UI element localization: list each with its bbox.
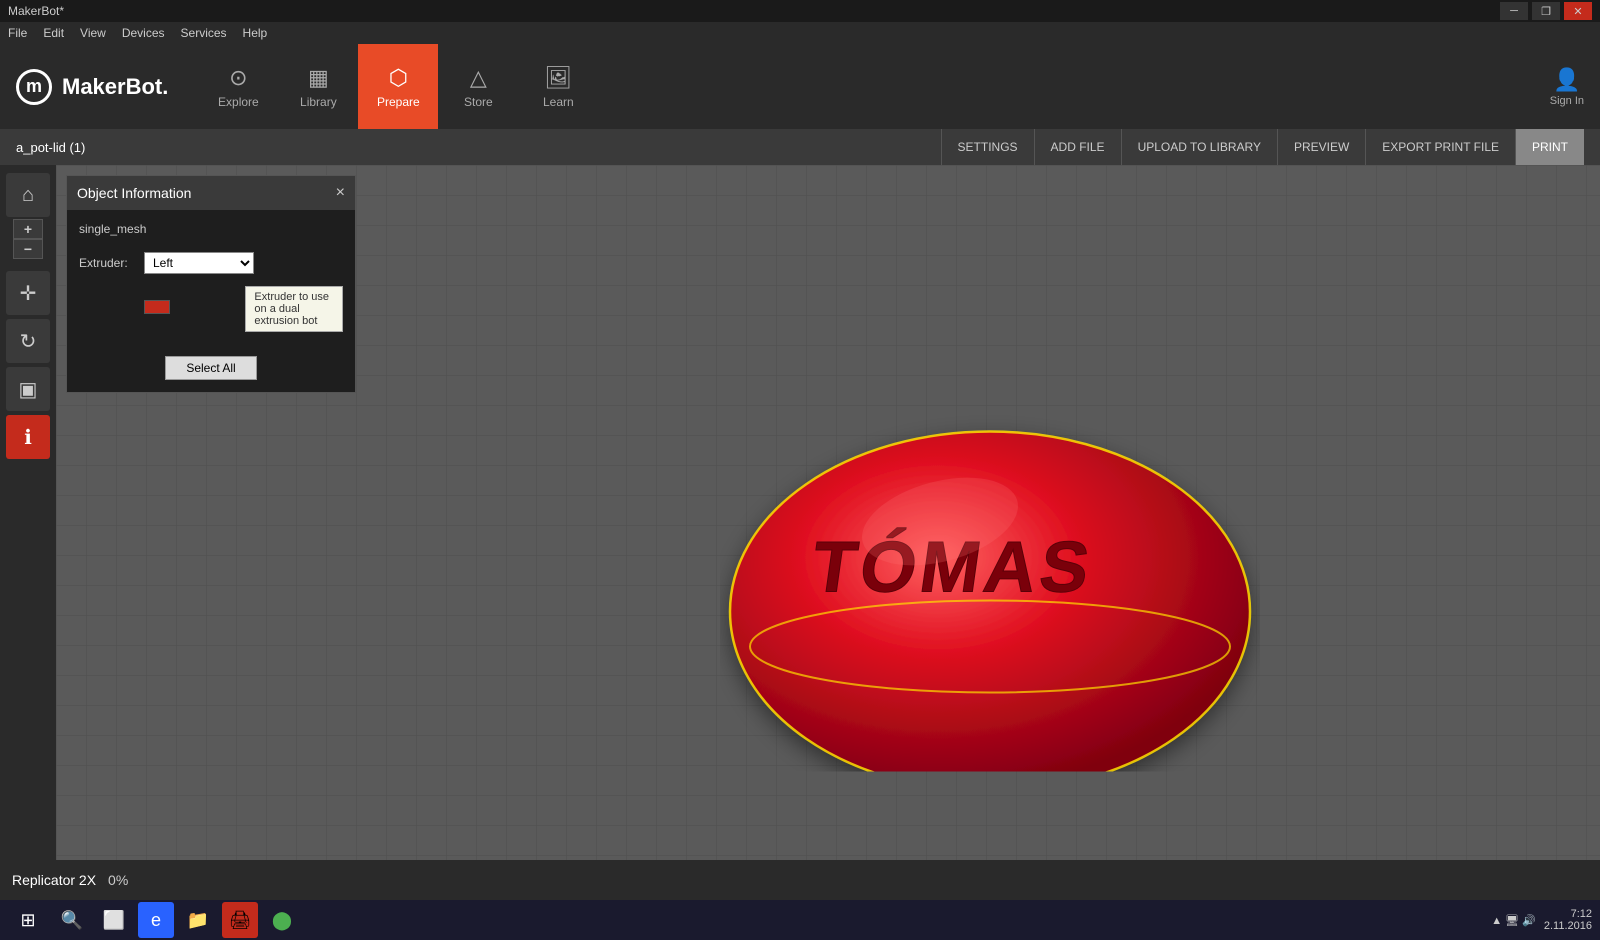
nav-store[interactable]: △ Store: [438, 44, 518, 129]
nav-learn[interactable]: 🖼 Learn: [518, 44, 598, 129]
object-info-body: single_mesh Extruder: Left Right Extrude…: [67, 210, 355, 392]
nav-library[interactable]: ▦ Library: [278, 44, 358, 129]
window-controls: ─ ❐ ✕: [1500, 2, 1592, 20]
menu-bar: File Edit View Devices Services Help: [0, 22, 1600, 44]
select-all-button[interactable]: Select All: [165, 356, 256, 380]
extruder-tooltip: Extruder to use on a dual extrusion bot: [245, 286, 343, 332]
menu-devices[interactable]: Devices: [122, 26, 165, 40]
title-bar: MakerBot* ─ ❐ ✕: [0, 0, 1600, 22]
time: 7:12: [1544, 908, 1592, 920]
sign-in-label: Sign In: [1550, 95, 1584, 107]
info-button[interactable]: ℹ: [6, 415, 50, 459]
nav-items: ⊙ Explore ▦ Library ⬡ Prepare △ Store 🖼 …: [198, 44, 598, 129]
object-info-close-button[interactable]: ×: [336, 184, 345, 202]
file-name: a_pot-lid (1): [16, 140, 85, 155]
minimize-button[interactable]: ─: [1500, 2, 1528, 20]
object-info-title: Object Information: [77, 185, 191, 201]
extruder-label: Extruder:: [79, 256, 134, 270]
logo-area: m MakerBot.: [16, 69, 168, 105]
add-file-button[interactable]: ADD FILE: [1034, 129, 1121, 165]
object-info-panel: Object Information × single_mesh Extrude…: [66, 175, 356, 393]
nav-right: 👤 Sign In: [1550, 67, 1584, 107]
edge-icon[interactable]: e: [138, 902, 174, 938]
home-view-button[interactable]: ⌂: [6, 173, 50, 217]
toolbar: a_pot-lid (1) SETTINGS ADD FILE UPLOAD T…: [0, 129, 1600, 165]
rotate-button[interactable]: ↻: [6, 319, 50, 363]
menu-file[interactable]: File: [8, 26, 27, 40]
logo-text: MakerBot.: [62, 74, 168, 100]
object-info-header: Object Information ×: [67, 176, 355, 210]
nav-learn-label: Learn: [543, 95, 574, 109]
search-taskbar-icon[interactable]: 🔍: [54, 902, 90, 938]
menu-view[interactable]: View: [80, 26, 106, 40]
printer-name: Replicator 2X: [12, 872, 96, 888]
upload-library-button[interactable]: UPLOAD TO LIBRARY: [1121, 129, 1277, 165]
taskbar-left: Replicator 2X 0%: [12, 872, 128, 888]
menu-services[interactable]: Services: [181, 26, 227, 40]
app-title: MakerBot*: [8, 4, 64, 18]
nav-library-label: Library: [300, 95, 337, 109]
close-button[interactable]: ✕: [1564, 2, 1592, 20]
windows-start-button[interactable]: ⊞: [8, 900, 48, 940]
zoom-out-button[interactable]: −: [13, 239, 43, 259]
main-area: ⌂ + − ✛ ↻ ▣ ℹ: [0, 165, 1600, 860]
windows-taskbar: ⊞ 🔍 ⬜ e 📁 🖨 ⬤ ▲ 🖥 🔊 7:12 2.11.2016: [0, 900, 1600, 940]
store-icon: △: [470, 65, 487, 91]
move-button[interactable]: ✛: [6, 271, 50, 315]
settings-button[interactable]: SETTINGS: [941, 129, 1034, 165]
taskbar-right: ▲ 🖥 🔊 7:12 2.11.2016: [1491, 908, 1592, 932]
task-view-icon[interactable]: ⬜: [96, 902, 132, 938]
extruder-row: Extruder: Left Right: [79, 252, 343, 274]
select-all-row: Select All: [79, 356, 343, 380]
clock: 7:12 2.11.2016: [1544, 908, 1592, 932]
nav-prepare[interactable]: ⬡ Prepare: [358, 44, 438, 129]
library-icon: ▦: [308, 65, 329, 91]
nav-explore[interactable]: ⊙ Explore: [198, 44, 278, 129]
menu-help[interactable]: Help: [243, 26, 268, 40]
extruder-select[interactable]: Left Right: [144, 252, 254, 274]
toolbar-actions: SETTINGS ADD FILE UPLOAD TO LIBRARY PREV…: [941, 129, 1584, 165]
chrome-icon[interactable]: ⬤: [264, 902, 300, 938]
folder-icon[interactable]: 📁: [180, 902, 216, 938]
preview-button[interactable]: PREVIEW: [1277, 129, 1365, 165]
menu-edit[interactable]: Edit: [43, 26, 64, 40]
zoom-controls: + −: [13, 219, 43, 259]
nav-bar: m MakerBot. ⊙ Explore ▦ Library ⬡ Prepar…: [0, 44, 1600, 129]
makerbot-status-bar: Replicator 2X 0%: [0, 860, 1600, 900]
date: 2.11.2016: [1544, 920, 1592, 932]
nav-explore-label: Explore: [218, 95, 259, 109]
export-button[interactable]: EXPORT PRINT FILE: [1365, 129, 1515, 165]
system-icons: ▲ 🖥 🔊: [1491, 914, 1536, 927]
nav-store-label: Store: [464, 95, 493, 109]
canvas-area[interactable]: TÓMAS Object Information × single_mesh E…: [56, 165, 1600, 860]
learn-icon: 🖼: [544, 65, 572, 91]
print-button[interactable]: PRINT: [1515, 129, 1584, 165]
extruder-color-bar: [144, 300, 170, 314]
mesh-name: single_mesh: [79, 222, 343, 236]
user-icon: 👤: [1553, 67, 1580, 93]
prepare-icon: ⬡: [389, 65, 408, 91]
restore-button[interactable]: ❐: [1532, 2, 1560, 20]
zoom-in-button[interactable]: +: [13, 219, 43, 239]
left-sidebar: ⌂ + − ✛ ↻ ▣ ℹ: [0, 165, 56, 860]
3d-object: TÓMAS: [720, 301, 1260, 771]
explore-icon: ⊙: [229, 65, 247, 91]
print-progress: 0%: [108, 872, 128, 888]
scale-button[interactable]: ▣: [6, 367, 50, 411]
sign-in-button[interactable]: 👤 Sign In: [1550, 67, 1584, 107]
nav-prepare-label: Prepare: [377, 95, 420, 109]
makerbot-taskbar-icon[interactable]: 🖨: [222, 902, 258, 938]
logo-circle: m: [16, 69, 52, 105]
